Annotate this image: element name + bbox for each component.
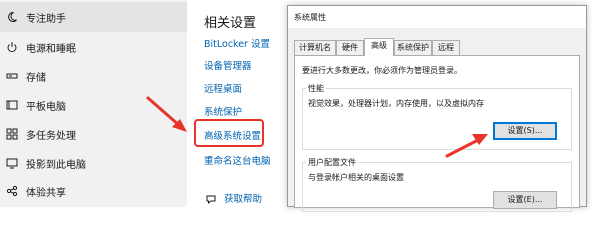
device-manager-link[interactable]: 设备管理器 [204,58,252,72]
rename-pc-link[interactable]: 重命名这台电脑 [204,153,271,167]
sidebar-item-multitasking[interactable]: 多任务处理 [0,119,187,149]
sidebar-item-label: 投影到此电脑 [26,159,86,171]
admin-note: 要进行大多数更改，你必须作为管理员登录。 [302,66,462,75]
sidebar-item-power-sleep[interactable]: 电源和睡眠 [0,32,187,62]
user-profiles-settings-button[interactable]: 设置(E)... [493,191,557,209]
share-icon [6,185,18,197]
tab-remote[interactable]: 远程 [432,40,460,55]
sidebar-item-label: 电源和睡眠 [26,43,76,55]
tab-system-protection[interactable]: 系统保护 [394,40,432,55]
tab-hardware[interactable]: 硬件 [336,40,364,55]
help-icon [205,190,217,205]
sidebar-item-label: 体验共享 [26,187,66,199]
moon-icon [6,11,18,23]
sidebar-item-tablet[interactable]: 平板电脑 [0,90,187,120]
dialog-titlebar: 系统属性 [288,6,586,28]
power-icon [6,41,18,53]
bitlocker-settings-link[interactable]: BitLocker 设置 [204,36,270,50]
storage-icon [6,70,18,82]
user-profiles-group-label: 用户配置文件 [306,157,358,168]
system-properties-dialog: 系统属性 计算机名 硬件 高级 系统保护 远程 要进行大多数更改，你必须作为管理… [287,5,587,212]
sidebar-item-focus-assist[interactable]: 专注助手 [0,2,187,32]
sidebar-item-label: 多任务处理 [26,130,76,142]
user-profiles-description: 与登录帐户相关的桌面设置 [308,173,404,182]
related-settings-panel: 相关设置 BitLocker 设置 设备管理器 远程桌面 系统保护 高级系统设置… [187,0,287,207]
dialog-tabs: 计算机名 硬件 高级 系统保护 远程 [294,38,580,56]
system-protection-link[interactable]: 系统保护 [204,104,242,118]
tablet-icon [6,99,18,111]
sidebar-item-shared-experiences[interactable]: 体验共享 [0,176,187,206]
project-icon [6,157,18,169]
performance-settings-button[interactable]: 设置(S)... [493,122,557,140]
sidebar-item-label: 专注助手 [26,13,66,25]
sidebar-item-storage[interactable]: 存储 [0,61,187,91]
sidebar-item-label: 存储 [26,72,46,84]
performance-description: 视觉效果，处理器计划，内存使用，以及虚拟内存 [308,99,484,108]
sidebar-item-label: 平板电脑 [26,101,66,113]
remote-desktop-link[interactable]: 远程桌面 [204,81,242,95]
performance-group-label: 性能 [306,83,326,94]
get-help-link[interactable]: 获取帮助 [224,191,262,205]
settings-sidebar: 专注助手 电源和睡眠 存储 平板电脑 多任务处理 投影到此电脑 体验共享 [0,0,187,207]
multitask-icon [6,128,18,140]
advanced-settings-highlight [194,119,264,147]
dialog-title: 系统属性 [294,13,326,22]
tab-advanced[interactable]: 高级 [364,38,394,56]
related-settings-title: 相关设置 [204,16,257,31]
tab-computer-name[interactable]: 计算机名 [294,40,336,55]
sidebar-item-project-to-pc[interactable]: 投影到此电脑 [0,148,187,178]
